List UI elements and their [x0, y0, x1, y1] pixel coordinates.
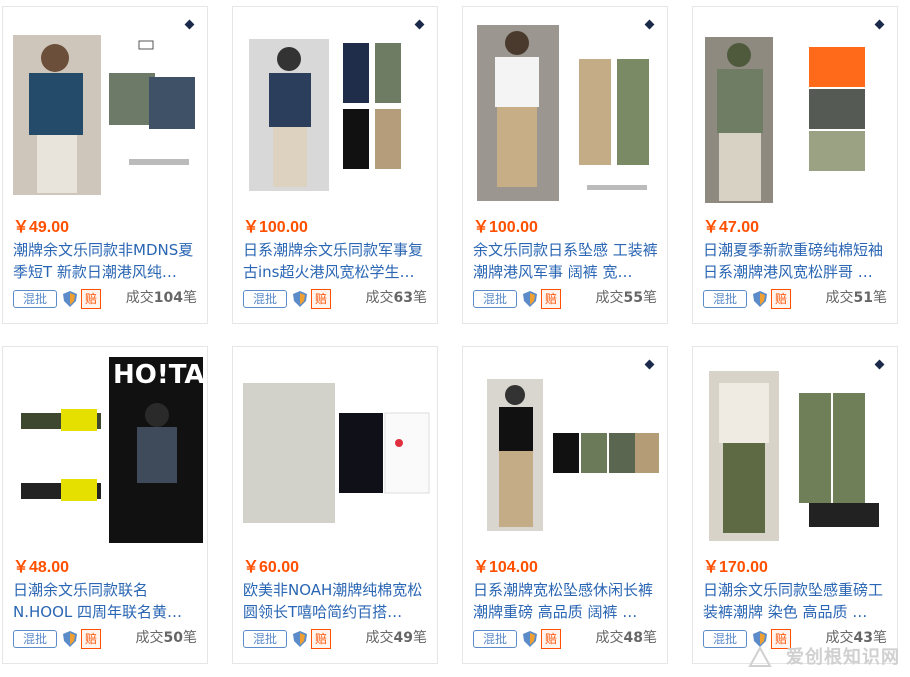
- watermark-logo-icon: [748, 646, 772, 667]
- product-price: ￥47.00: [703, 219, 760, 236]
- product-grid: ￥49.00 潮牌余文乐同款非MDNS夏季短T 新款日潮港风纯… 混批 赔 成交…: [0, 0, 910, 677]
- shield-icon[interactable]: [293, 631, 307, 647]
- product-footer: 混批 赔 成交48笔: [473, 628, 657, 650]
- mixed-batch-badge[interactable]: 混批: [13, 290, 57, 308]
- compensation-badge[interactable]: 赔: [541, 629, 561, 649]
- shield-icon[interactable]: [753, 631, 767, 647]
- mixed-batch-badge[interactable]: 混批: [243, 630, 287, 648]
- shield-icon[interactable]: [753, 291, 767, 307]
- product-title-link[interactable]: 日潮余文乐同款联名N.HOOL 四周年联名黄…: [13, 579, 203, 623]
- sold-count: 成交49笔: [365, 630, 427, 646]
- svg-text:HO!TA: HO!TA: [113, 360, 203, 390]
- product-card[interactable]: ￥104.00 日系潮牌宽松坠感休闲长裤潮牌重磅 高品质 阔裤 … 混批 赔 成…: [462, 346, 668, 664]
- product-card[interactable]: ￥47.00 日潮夏季新款重磅纯棉短袖日系潮牌港风宽松胖哥 … 混批 赔 成交5…: [692, 6, 898, 324]
- product-card[interactable]: HO!TA ￥48.00 日潮余文乐同款联名N.HOOL 四周年联名黄… 混批 …: [2, 346, 208, 664]
- product-image[interactable]: [469, 353, 663, 547]
- compensation-badge[interactable]: 赔: [81, 289, 101, 309]
- product-image[interactable]: [9, 13, 203, 207]
- product-image[interactable]: [469, 13, 663, 207]
- product-image[interactable]: [699, 13, 893, 207]
- product-card[interactable]: ￥60.00 欧美非NOAH潮牌纯棉宽松圆领长T嘻哈简约百搭… 混批 赔 成交4…: [232, 346, 438, 664]
- product-price: ￥60.00: [243, 559, 300, 576]
- mixed-batch-badge[interactable]: 混批: [473, 290, 517, 308]
- compensation-badge[interactable]: 赔: [311, 289, 331, 309]
- mixed-batch-badge[interactable]: 混批: [703, 630, 747, 648]
- compensation-badge[interactable]: 赔: [771, 289, 791, 309]
- shield-icon[interactable]: [63, 291, 77, 307]
- product-price: ￥49.00: [13, 219, 70, 236]
- mixed-batch-badge[interactable]: 混批: [473, 630, 517, 648]
- product-image[interactable]: HO!TA: [9, 353, 203, 547]
- product-image[interactable]: [699, 353, 893, 547]
- product-image[interactable]: [239, 353, 433, 547]
- product-footer: 混批 赔 成交63笔: [243, 288, 427, 310]
- product-footer: 混批 赔 成交51笔: [703, 288, 887, 310]
- product-price: ￥104.00: [473, 559, 538, 576]
- mixed-batch-badge[interactable]: 混批: [703, 290, 747, 308]
- product-price: ￥170.00: [703, 559, 768, 576]
- product-card[interactable]: ￥49.00 潮牌余文乐同款非MDNS夏季短T 新款日潮港风纯… 混批 赔 成交…: [2, 6, 208, 324]
- product-footer: 混批 赔 成交49笔: [243, 628, 427, 650]
- mixed-batch-badge[interactable]: 混批: [13, 630, 57, 648]
- product-title-link[interactable]: 日潮余文乐同款坠感重磅工装裤潮牌 染色 高品质 …: [703, 579, 893, 623]
- sold-count: 成交55笔: [595, 290, 657, 306]
- sold-count: 成交48笔: [595, 630, 657, 646]
- shield-icon[interactable]: [63, 631, 77, 647]
- compensation-badge[interactable]: 赔: [541, 289, 561, 309]
- product-title-link[interactable]: 欧美非NOAH潮牌纯棉宽松圆领长T嘻哈简约百搭…: [243, 579, 433, 623]
- product-card[interactable]: ￥100.00 余文乐同款日系坠感 工装裤潮牌港风军事 阔裤 宽… 混批 赔 成…: [462, 6, 668, 324]
- watermark-text: 爱创根知识网: [786, 647, 900, 668]
- product-price: ￥100.00: [243, 219, 308, 236]
- product-price: ￥48.00: [13, 559, 70, 576]
- sold-count: 成交51笔: [825, 290, 887, 306]
- product-title-link[interactable]: 余文乐同款日系坠感 工装裤潮牌港风军事 阔裤 宽…: [473, 239, 663, 283]
- product-card[interactable]: ￥170.00 日潮余文乐同款坠感重磅工装裤潮牌 染色 高品质 … 混批 赔 成…: [692, 346, 898, 664]
- product-title-link[interactable]: 日系潮牌余文乐同款军事复古ins超火港风宽松学生…: [243, 239, 433, 283]
- compensation-badge[interactable]: 赔: [311, 629, 331, 649]
- shield-icon[interactable]: [293, 291, 307, 307]
- product-title-link[interactable]: 潮牌余文乐同款非MDNS夏季短T 新款日潮港风纯…: [13, 239, 203, 283]
- sold-count: 成交63笔: [365, 290, 427, 306]
- product-card[interactable]: ￥100.00 日系潮牌余文乐同款军事复古ins超火港风宽松学生… 混批 赔 成…: [232, 6, 438, 324]
- product-price: ￥100.00: [473, 219, 538, 236]
- compensation-badge[interactable]: 赔: [81, 629, 101, 649]
- product-title-link[interactable]: 日潮夏季新款重磅纯棉短袖日系潮牌港风宽松胖哥 …: [703, 239, 893, 283]
- shield-icon[interactable]: [523, 631, 537, 647]
- mixed-batch-badge[interactable]: 混批: [243, 290, 287, 308]
- sold-count: 成交104笔: [125, 290, 197, 306]
- product-footer: 混批 赔 成交50笔: [13, 628, 197, 650]
- sold-count: 成交50笔: [135, 630, 197, 646]
- product-footer: 混批 赔 成交55笔: [473, 288, 657, 310]
- product-image[interactable]: [239, 13, 433, 207]
- shield-icon[interactable]: [523, 291, 537, 307]
- product-title-link[interactable]: 日系潮牌宽松坠感休闲长裤潮牌重磅 高品质 阔裤 …: [473, 579, 663, 623]
- product-footer: 混批 赔 成交104笔: [13, 288, 197, 310]
